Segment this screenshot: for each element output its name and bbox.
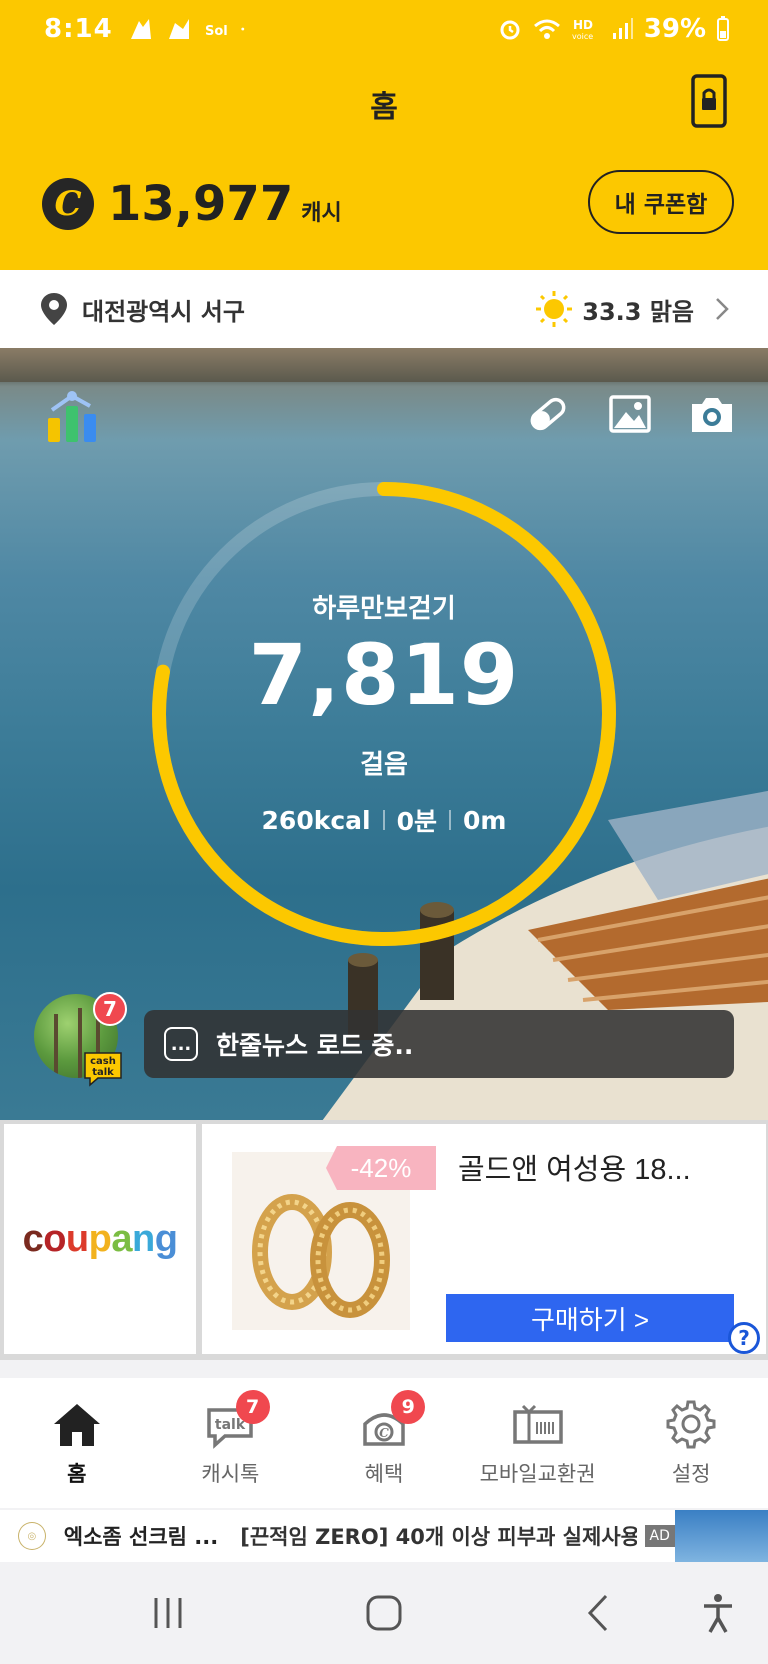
divider <box>449 810 452 830</box>
step-count: 7,819 <box>248 626 520 724</box>
weather[interactable]: 33.3 맑음 <box>534 289 732 329</box>
hd-voice-icon: HDvoice <box>572 18 593 41</box>
nav-badge: 7 <box>235 1390 270 1424</box>
location-pin-icon <box>41 293 67 325</box>
news-more-icon: ... <box>164 1027 198 1061</box>
nav-cashtalk[interactable]: talk 캐시톡 7 <box>154 1378 308 1508</box>
ad-strip-text: [끈적임 ZERO] 40개 이상 피부과 실제사용... <box>240 1525 637 1549</box>
settings-icon <box>666 1400 716 1449</box>
dot-icon <box>241 27 244 31</box>
nav-label: 모바일교환권 <box>479 1462 596 1486</box>
coupon-box-button[interactable]: 내 쿠폰함 <box>588 170 734 234</box>
nav-label: 혜택 <box>364 1462 404 1486</box>
image-icon[interactable] <box>608 394 652 434</box>
nav-label: 홈 <box>67 1462 87 1486</box>
system-nav-bar <box>0 1562 768 1664</box>
buy-button[interactable]: 구매하기 > <box>446 1294 734 1342</box>
statistics-icon[interactable] <box>46 388 100 444</box>
location-name: 대전광역시 서구 <box>82 297 245 326</box>
accessibility-icon[interactable] <box>696 1592 740 1634</box>
camera-icon[interactable] <box>690 394 734 434</box>
notification-icons: Sol <box>127 15 251 43</box>
cashtalk-logo-line2: talk <box>92 1067 114 1078</box>
nav-voucher[interactable]: 모바일교환권 <box>461 1378 615 1508</box>
bottom-ad-strip[interactable]: ◎ 엑소좀 선크림 ... [끈적임 ZERO] 40개 이상 피부과 실제사용… <box>0 1510 768 1562</box>
walk-stats: 260kcal 0분 0m <box>0 802 768 838</box>
distance-value: 0m <box>463 805 507 835</box>
status-right: HD voice 39% <box>498 14 730 44</box>
ad-strip-thumbnail <box>674 1510 768 1562</box>
discount-tag: -42% <box>326 1146 436 1190</box>
step-unit: 걸음 <box>360 750 408 780</box>
status-bar: 8:14 Sol HD voice 39% <box>0 0 768 58</box>
header: 홈 C 13,977 캐시 내 쿠폰함 <box>0 58 768 270</box>
back-icon[interactable] <box>578 1592 622 1634</box>
pill-icon[interactable] <box>526 394 570 434</box>
bank-notification-icon: Sol <box>205 24 228 39</box>
alarm-icon <box>500 20 520 40</box>
walk-title: 하루만보걷기 <box>312 594 456 624</box>
svg-text:voice: voice <box>572 32 593 41</box>
voucher-icon <box>512 1404 563 1444</box>
chevron-right-icon <box>716 298 729 320</box>
ad-label: AD <box>644 1525 675 1547</box>
cash-coin-icon: C <box>42 178 94 230</box>
cash-balance[interactable]: C 13,977 캐시 <box>42 176 342 232</box>
home-button-icon[interactable] <box>362 1592 406 1634</box>
coupang-logo: coupang <box>22 1217 178 1260</box>
wifi-icon <box>533 19 560 39</box>
weather-text: 33.3 맑음 <box>582 297 694 326</box>
svg-text:HD: HD <box>573 18 593 32</box>
coupang-ad[interactable]: coupang <box>4 1124 196 1354</box>
lock-screen-icon[interactable] <box>690 74 728 128</box>
sun-icon <box>536 291 573 327</box>
ad-strip-brand: 엑소좀 선크림 ... <box>63 1525 219 1549</box>
location-bar[interactable]: 대전광역시 서구 33.3 맑음 <box>0 270 768 348</box>
step-counter-hero: 하루만보걷기 7,819 걸음 260kcal 0분 0m 7 cash tal… <box>0 348 768 1120</box>
nav-label: 설정 <box>671 1462 711 1486</box>
bottom-nav: 홈 talk 캐시톡 7 C 혜택 9 모바일교환권 설정 <box>0 1378 768 1508</box>
calories-value: 260kcal <box>261 805 371 835</box>
nav-settings[interactable]: 설정 <box>614 1378 768 1508</box>
background-shore <box>0 348 768 382</box>
cashtalk-logo-icon: cash talk <box>84 1052 122 1087</box>
battery-icon <box>717 16 729 41</box>
hero-tools <box>526 394 734 434</box>
signal-icon <box>612 18 633 39</box>
status-time: 8:14 <box>44 14 113 44</box>
nav-home[interactable]: 홈 <box>0 1378 154 1508</box>
cashtalk-logo-line1: cash <box>90 1056 116 1067</box>
news-text: 한줄뉴스 로드 중.. <box>216 1031 414 1060</box>
nav-label: 캐시톡 <box>201 1462 260 1486</box>
ad-banner: coupang -42% 골드앤 여성용 18... 구매하기 > <box>0 1120 768 1360</box>
battery-percent: 39% <box>643 14 706 44</box>
page-title: 홈 <box>370 90 398 125</box>
ad-help-icon[interactable]: ? <box>728 1322 760 1354</box>
product-title[interactable]: 골드앤 여성용 18... <box>458 1146 691 1188</box>
cash-amount: 13,977 <box>108 176 294 232</box>
svg-text:Sol: Sol <box>205 24 228 39</box>
home-icon <box>53 1404 100 1446</box>
cash-unit: 캐시 <box>301 201 342 226</box>
nav-badge: 9 <box>391 1390 426 1424</box>
divider <box>382 810 385 830</box>
product-ad[interactable]: -42% 골드앤 여성용 18... 구매하기 > <box>202 1124 766 1354</box>
minutes-value: 0분 <box>396 807 438 836</box>
cashtalk-count-badge: 7 <box>93 992 127 1026</box>
nav-benefit[interactable]: C 혜택 9 <box>307 1378 461 1508</box>
news-ticker[interactable]: ... 한줄뉴스 로드 중.. <box>144 1010 734 1078</box>
svg-text:C: C <box>379 1426 389 1440</box>
brand-logo-icon: ◎ <box>18 1522 46 1550</box>
game-notification-icon <box>130 19 151 39</box>
game-notification-icon <box>168 19 189 39</box>
recent-apps-icon[interactable] <box>146 1592 190 1634</box>
